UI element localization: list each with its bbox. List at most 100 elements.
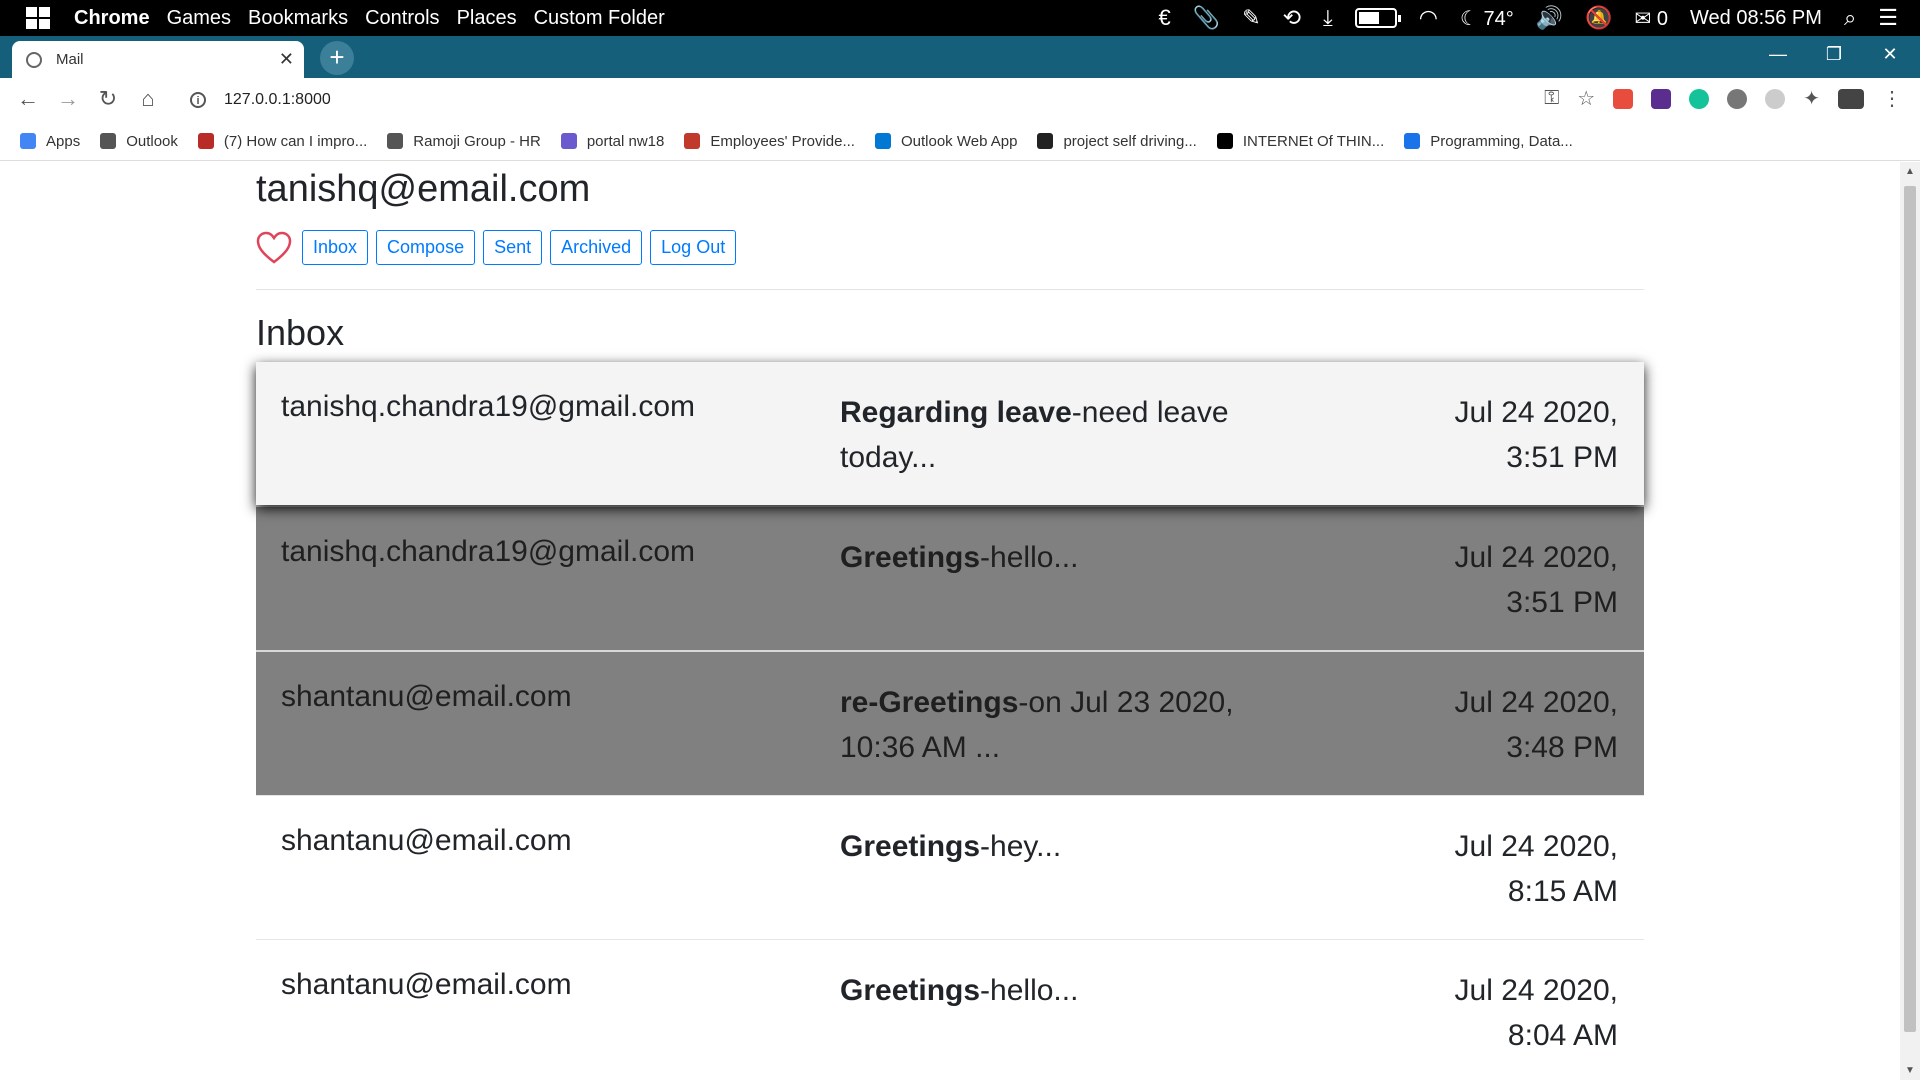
email-row[interactable]: shantanu@email.com Greetings-hey... Jul … [256,795,1644,939]
mail-count: 0 [1656,7,1668,30]
bookmark-outlook-web-app[interactable]: Outlook Web App [874,132,1018,150]
email-time: 3:51 PM [1506,586,1618,619]
mail-nav: Inbox Compose Sent Archived Log Out [256,230,737,265]
notifications-muted-icon[interactable]: 🔕 [1585,7,1612,29]
key-icon[interactable]: ⚿ [1544,87,1559,110]
email-date: Jul 24 2020, [1454,974,1618,1007]
sent-button[interactable]: Sent [483,230,543,265]
euro-icon[interactable]: € [1159,7,1171,29]
bookmark-portal-nw18[interactable]: portal nw18 [560,133,664,150]
email-subject: Regarding leave [840,396,1072,429]
system-taskbar: Chrome Games Bookmarks Controls Places C… [0,0,1920,36]
history-icon[interactable]: ⟲ [1283,7,1301,29]
scroll-down-icon[interactable]: ▼ [1904,1065,1916,1076]
taskbar-menu-chrome[interactable]: Chrome [74,7,150,30]
globe-icon [26,51,42,68]
email-subject-preview: Greetings-hello... [840,535,1280,580]
bookmark-outlook[interactable]: Outlook [100,133,178,150]
email-timestamp: Jul 24 2020, 3:48 PM [1418,680,1618,770]
taskbar-menu-controls[interactable]: Controls [365,7,439,30]
bookmark-programming-data[interactable]: Programming, Data... [1404,133,1573,150]
email-timestamp: Jul 24 2020, 3:51 PM [1418,390,1618,480]
reload-icon[interactable]: ↻ [94,86,122,112]
extension-red-icon[interactable] [1613,88,1634,109]
bookmark-medium-iot[interactable]: INTERNEt Of THIN... [1216,133,1384,150]
email-list: tanishq.chandra19@gmail.com Regarding le… [256,362,1644,1080]
page-scrollbar[interactable]: ▲ ▼ [1900,162,1920,1080]
scrollbar-thumb[interactable] [1904,186,1916,1032]
grammarly-icon[interactable] [1689,88,1710,109]
email-subject-preview: Greetings-hello... [840,968,1280,1013]
email-sender: shantanu@email.com [281,680,572,713]
bookmark-label: Outlook Web App [900,132,1018,150]
mail-indicator[interactable]: ✉ 0 [1635,6,1668,31]
logout-button[interactable]: Log Out [650,230,737,265]
download-icon[interactable]: ⤓ [1323,7,1333,29]
paperclip-icon[interactable]: 📎 [1193,7,1220,29]
email-subject: Greetings [840,974,981,1007]
email-row[interactable]: shantanu@email.com Greetings-hello... Ju… [256,939,1644,1080]
forward-arrow-icon[interactable]: → [54,86,82,112]
extension-light-icon[interactable] [1765,88,1786,109]
list-menu-icon[interactable]: ☰ [1878,7,1898,29]
bookmark-ramoji-hr[interactable]: Ramoji Group - HR [387,133,541,150]
compose-button[interactable]: Compose [376,230,476,265]
address-bar[interactable]: i [178,83,1578,117]
temperature: 74° [1483,7,1514,30]
email-timestamp: Jul 24 2020, 3:51 PM [1418,535,1618,625]
taskbar-menu-games[interactable]: Games [167,7,231,30]
email-preview: -hey... [980,830,1062,863]
page-content: tanishq@email.com Inbox Compose Sent Arc… [0,162,1900,1080]
puzzle-extensions-icon[interactable]: ✦ [1803,86,1820,111]
email-row[interactable]: shantanu@email.com re-Greetings-on Jul 2… [256,650,1644,795]
bookmark-label: Ramoji Group - HR [413,132,541,150]
taskbar-menu-bookmarks[interactable]: Bookmarks [248,7,348,30]
divider [256,289,1644,290]
taskbar-menu-custom-folder[interactable]: Custom Folder [534,7,665,30]
scroll-up-icon[interactable]: ▲ [1904,166,1916,177]
archived-button[interactable]: Archived [550,230,643,265]
bookmark-employees-provident[interactable]: Employees' Provide... [684,133,855,150]
restore-window-button[interactable]: ❐ [1806,36,1862,72]
email-row[interactable]: tanishq.chandra19@gmail.com Regarding le… [256,362,1644,505]
close-window-button[interactable]: ✕ [1862,36,1918,72]
windows-logo-icon[interactable] [26,7,50,29]
email-preview: -hello... [980,541,1079,574]
back-arrow-icon[interactable]: ← [14,86,42,112]
bookmark-quora[interactable]: (7) How can I impro... [197,133,367,150]
email-date: Jul 24 2020, [1454,686,1618,719]
extension-gray-icon[interactable] [1727,88,1748,109]
bookmark-apps[interactable]: Apps [20,133,80,150]
pencil-icon[interactable]: ✎ [1242,7,1260,29]
profile-icon[interactable] [1838,88,1864,109]
tab-strip: Mail ✕ [0,36,1920,78]
email-row[interactable]: tanishq.chandra19@gmail.com Greetings-he… [256,505,1644,650]
bookmark-label: Programming, Data... [1430,132,1573,150]
url-input[interactable] [222,90,826,110]
weather-widget[interactable]: ☾ 74° [1460,6,1514,31]
email-sender: shantanu@email.com [281,968,572,1001]
tab-title: Mail [56,51,84,68]
tab-close-icon[interactable]: ✕ [279,49,294,70]
kebab-menu-icon[interactable]: ⋮ [1882,86,1902,111]
bookmarks-bar: Apps Outlook (7) How can I impro... Ramo… [0,122,1920,161]
inbox-button[interactable]: Inbox [302,230,369,265]
minimize-window-button[interactable]: — [1750,36,1806,72]
taskbar-menu-places[interactable]: Places [457,7,517,30]
new-tab-button[interactable]: + [320,41,354,75]
browser-tab-mail[interactable]: Mail ✕ [12,41,304,78]
bookmark-star-icon[interactable]: ☆ [1577,86,1595,111]
bookmark-github-project[interactable]: project self driving... [1037,133,1197,150]
extension-k-icon[interactable] [1651,88,1672,109]
info-icon[interactable]: i [190,92,206,108]
volume-icon[interactable]: 🔊 [1536,7,1563,29]
home-icon[interactable]: ⌂ [134,86,162,112]
bookmark-label: Employees' Provide... [710,132,855,150]
wifi-icon[interactable]: ◠ [1419,7,1438,29]
clock[interactable]: Wed 08:56 PM [1690,7,1822,30]
email-subject-preview: Regarding leave-need leave today... [840,390,1280,480]
battery-icon[interactable] [1354,8,1401,28]
heart-icon[interactable] [256,231,292,265]
search-icon[interactable]: ⌕ [1844,7,1856,29]
s-logo-icon [1404,133,1421,149]
